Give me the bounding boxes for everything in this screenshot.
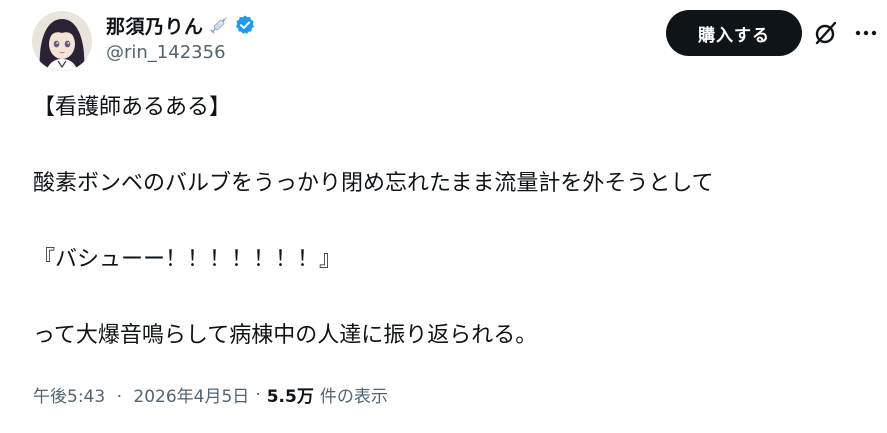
tweet-text: 【看護師あるある】 酸素ボンベのバルブをうっかり閉め忘れたまま流量計を外そうとし… (33, 92, 873, 352)
views-label: 件の表示 (319, 387, 388, 407)
tweet-line-blank (33, 276, 873, 308)
tweet-line-blank (33, 200, 873, 232)
tweet-meta: 午後5:43 · 2026年4月5日 · 5.5万 件の表示 (33, 382, 388, 408)
tweet-time-link[interactable]: 午後5:43 · 2026年4月5日 (33, 382, 249, 407)
tweet-header: 那須乃りん @rin_142356 購入する (0, 0, 887, 80)
views-count: 5.5万 (266, 387, 314, 407)
more-icon[interactable] (853, 22, 879, 44)
tweet-time: 午後5:43 (33, 387, 106, 407)
buy-button[interactable]: 購入する (666, 10, 802, 56)
avatar[interactable] (32, 11, 92, 71)
author-handle[interactable]: @rin_142356 (106, 42, 226, 63)
tweet-line: 酸素ボンベのバルブをうっかり閉め忘れたまま流量計を外そうとして (33, 171, 714, 196)
tweet-line: って大爆音鳴らして病棟中の人達に振り返られる。 (33, 323, 538, 348)
verified-badge-icon[interactable] (234, 14, 256, 36)
tweet-line: 【看護師あるある】 (33, 95, 232, 120)
display-name[interactable]: 那須乃りん (106, 12, 204, 39)
syringe-icon (208, 14, 230, 36)
tweet-date: 2026年4月5日 (133, 387, 250, 407)
tweet-line-blank (33, 124, 873, 156)
author-name-row[interactable]: 那須乃りん (106, 11, 256, 39)
separator: · (116, 387, 122, 407)
tweet-line: 『バシューー！！！！！！！』 (33, 247, 342, 272)
separator: · (255, 384, 261, 405)
grok-icon[interactable] (813, 20, 839, 46)
